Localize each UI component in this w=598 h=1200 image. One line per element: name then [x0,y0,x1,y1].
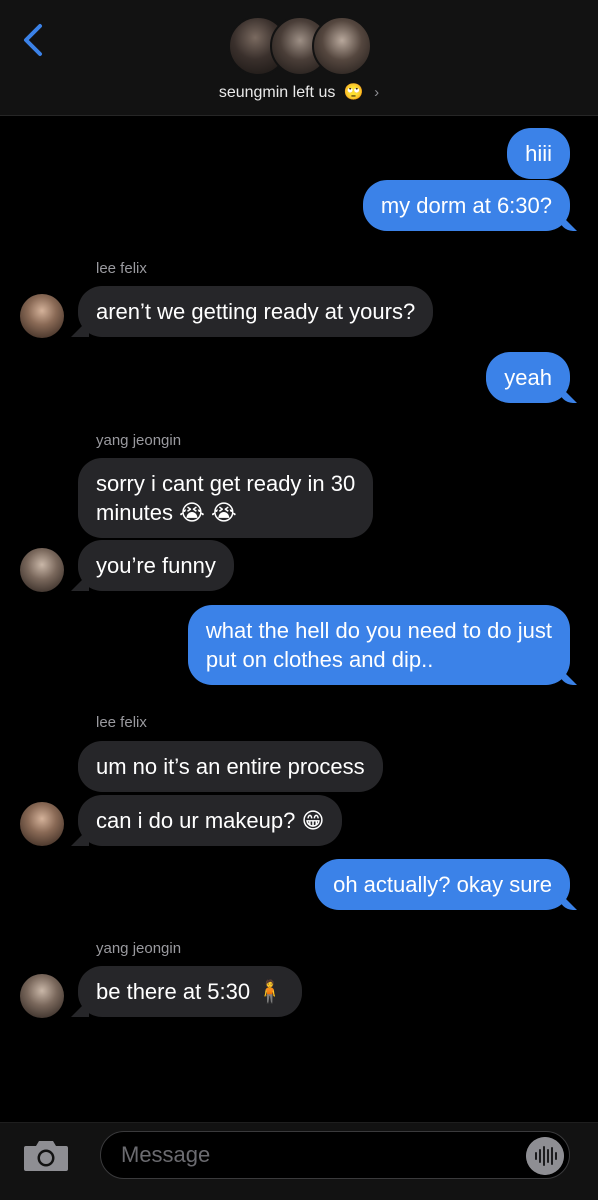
chevron-right-icon: › [374,84,380,101]
group-name-text: seungmin left us [218,84,336,101]
message-input-placeholder: Message [121,1142,211,1167]
message-text-line: what the hell do you need to do just [205,618,552,643]
message-bubble-incoming[interactable]: you’re funny [78,540,234,591]
sender-name: yang jeongin [96,940,182,957]
conversation-header: seungmin left us 🙄 › [0,0,598,116]
message-bubble-incoming[interactable]: um no it’s an entire process [78,741,383,792]
message-text: my dorm at 6:30? [380,193,552,218]
group-name[interactable]: seungmin left us 🙄 › [0,82,598,102]
sender-name: lee felix [96,714,147,731]
message-text-line: sorry i cant get ready in 30 [96,471,356,496]
message-text: be there at 5:30 🧍 [96,979,284,1004]
camera-icon[interactable] [22,1137,70,1173]
message-text: yeah [504,365,552,390]
message-bubble-incoming[interactable]: sorry i cant get ready in 30 minutes 😭 😭 [78,458,374,538]
message-bubble-outgoing[interactable]: yeah [486,352,570,403]
message-text-line: minutes 😭 😭 [96,500,237,525]
message-text: you’re funny [96,553,216,578]
message-bubble-outgoing[interactable]: oh actually? okay sure [315,859,570,910]
message-bubble-incoming[interactable]: be there at 5:30 🧍 [78,966,302,1017]
message-text: hiii [525,141,552,166]
group-avatars[interactable] [228,16,373,76]
message-text: oh actually? okay sure [333,872,552,897]
message-bubble-incoming[interactable]: can i do ur makeup? 😁 [78,795,343,846]
back-chevron-icon[interactable] [18,22,48,58]
sender-name: yang jeongin [96,432,182,449]
message-text: can i do ur makeup? 😁 [96,808,325,833]
message-bubble-outgoing[interactable]: hiii [507,128,570,179]
avatar-yang-jeongin[interactable] [20,548,64,592]
compose-bar: Message [0,1122,598,1200]
group-avatar-3 [312,16,372,76]
message-text: aren’t we getting ready at yours? [96,299,416,324]
avatar-lee-felix[interactable] [20,802,64,846]
audio-waveform-icon[interactable] [526,1137,564,1175]
message-bubble-outgoing[interactable]: my dorm at 6:30? [362,180,570,231]
avatar-yang-jeongin[interactable] [20,974,64,1018]
eye-roll-emoji: 🙄 [343,84,364,101]
message-input[interactable]: Message [100,1131,570,1179]
avatar-lee-felix[interactable] [20,294,64,338]
message-bubble-incoming[interactable]: aren’t we getting ready at yours? [78,286,434,337]
sender-name: lee felix [96,260,147,277]
message-text: um no it’s an entire process [96,754,365,779]
message-bubble-outgoing[interactable]: what the hell do you need to do just put… [187,605,570,685]
message-text-line: put on clothes and dip.. [205,647,434,672]
